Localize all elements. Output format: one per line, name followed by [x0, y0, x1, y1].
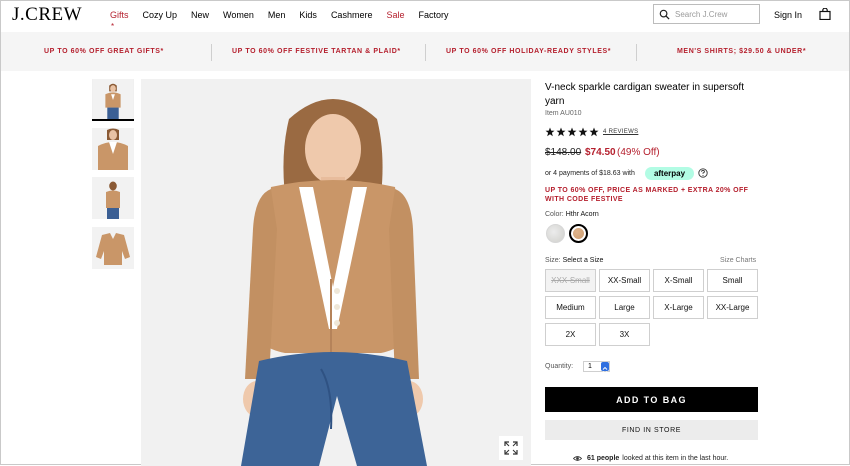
star-icon: [556, 127, 566, 137]
afterpay-badge[interactable]: afterpay: [645, 167, 694, 180]
afterpay-text: or 4 payments of $18.63 with: [545, 170, 635, 177]
jcrew-logo[interactable]: J.CREW: [12, 4, 82, 26]
color-swatch-ivory[interactable]: [546, 224, 565, 243]
nav-new[interactable]: New: [191, 10, 209, 20]
size-charts-link[interactable]: Size Charts: [720, 257, 756, 264]
original-price: $148.00: [545, 147, 582, 158]
info-icon[interactable]: [698, 168, 708, 178]
size-option-xx-small[interactable]: XX-Small: [599, 269, 650, 292]
model-photo: [141, 79, 531, 466]
nav-men[interactable]: Men: [268, 10, 286, 20]
discount-percent: (49% Off): [617, 147, 660, 158]
product-thumbnail-3[interactable]: [92, 177, 134, 219]
star-icon: [545, 127, 555, 137]
color-label-text: Color:: [545, 211, 564, 218]
thumbnail-closeup-image: [92, 128, 134, 170]
sign-in-link[interactable]: Sign In: [774, 10, 802, 20]
size-option-x-large[interactable]: X-Large: [653, 296, 704, 319]
size-option-medium[interactable]: Medium: [545, 296, 596, 319]
product-thumbnail-4[interactable]: [92, 227, 134, 269]
zoom-button[interactable]: [499, 436, 523, 460]
promo-great-gifts[interactable]: UP TO 60% OFF GREAT GIFTS*: [44, 48, 164, 55]
color-value: Hthr Acorn: [565, 211, 599, 218]
nav-women[interactable]: Women: [223, 10, 254, 20]
search-input[interactable]: [675, 9, 757, 19]
star-icon: [567, 127, 577, 137]
extra-discount-note: UP TO 60% OFF, PRICE AS MARKED + EXTRA 2…: [545, 187, 749, 203]
promo-divider: [425, 44, 426, 61]
reviews-link[interactable]: 4 REVIEWS: [603, 129, 638, 135]
nav-cashmere[interactable]: Cashmere: [331, 10, 373, 20]
shopping-bag-icon[interactable]: [819, 8, 831, 20]
size-label-text: Size:: [545, 257, 561, 264]
nav-cozy-up[interactable]: Cozy Up: [143, 10, 178, 20]
size-label: Size: Select a Size: [545, 257, 603, 264]
color-label: Color: Hthr Acorn: [545, 211, 599, 218]
expand-icon: [504, 441, 518, 455]
item-number: Item AU010: [545, 110, 582, 117]
quantity-label: Quantity:: [545, 363, 574, 370]
viewers-count: 61 people: [587, 455, 620, 462]
star-icon: [578, 127, 588, 137]
nav-sale[interactable]: Sale: [386, 10, 404, 20]
size-option-3x[interactable]: 3X: [599, 323, 650, 346]
top-navigation: J.CREW Gifts Cozy Up New Women Men Kids …: [1, 1, 849, 32]
product-thumbnail-2[interactable]: [92, 128, 134, 170]
search-box[interactable]: [653, 4, 760, 24]
nav-factory[interactable]: Factory: [418, 10, 448, 20]
promo-mens-shirts[interactable]: MEN'S SHIRTS; $29.50 & UNDER*: [677, 48, 806, 55]
add-to-bag-button[interactable]: ADD TO BAG: [545, 387, 758, 412]
size-option-x-small[interactable]: X-Small: [653, 269, 704, 292]
viewers-text: looked at this item in the last hour.: [622, 455, 729, 462]
sale-price: $74.50: [585, 147, 616, 158]
eye-icon: [573, 456, 582, 461]
size-option-large[interactable]: Large: [599, 296, 650, 319]
rating-stars[interactable]: [545, 127, 599, 137]
promo-divider: [636, 44, 637, 61]
quantity-value: 1: [588, 363, 592, 370]
size-option-2x[interactable]: 2X: [545, 323, 596, 346]
thumbnail-front-image: [93, 79, 133, 119]
product-title: V-neck sparkle cardigan sweater in super…: [545, 82, 744, 107]
main-nav: Gifts Cozy Up New Women Men Kids Cashmer…: [110, 10, 462, 20]
size-value: Select a Size: [562, 257, 604, 264]
thumbnail-back-image: [92, 177, 134, 219]
promo-divider: [211, 44, 212, 61]
product-thumbnail-1[interactable]: [92, 79, 134, 121]
afterpay-badge-label: afterpay: [653, 169, 686, 178]
nav-kids[interactable]: Kids: [299, 10, 317, 20]
color-swatch-hthr-acorn[interactable]: [569, 224, 588, 243]
promo-holiday-styles[interactable]: UP TO 60% OFF HOLIDAY-READY STYLES*: [446, 48, 611, 55]
star-icon: [589, 127, 599, 137]
thumbnail-flat-image: [92, 227, 134, 269]
quantity-stepper-icon[interactable]: [601, 362, 609, 375]
chevron-updown-icon: [602, 366, 608, 375]
search-icon: [659, 9, 670, 20]
size-option-xx-large[interactable]: XX-Large: [707, 296, 758, 319]
nav-gifts[interactable]: Gifts: [110, 10, 129, 20]
promo-bar: UP TO 60% OFF GREAT GIFTS* UP TO 60% OFF…: [1, 32, 849, 71]
main-product-image[interactable]: [141, 79, 531, 466]
size-option-small[interactable]: Small: [707, 269, 758, 292]
viewers-notice: 61 people looked at this item in the las…: [573, 454, 728, 463]
find-in-store-button[interactable]: FIND IN STORE: [545, 420, 758, 440]
size-option-xxx-small[interactable]: XXX-Small: [545, 269, 596, 292]
promo-tartan-plaid[interactable]: UP TO 60% OFF FESTIVE TARTAN & PLAID*: [232, 48, 401, 55]
gifts-marker: *: [111, 22, 115, 31]
